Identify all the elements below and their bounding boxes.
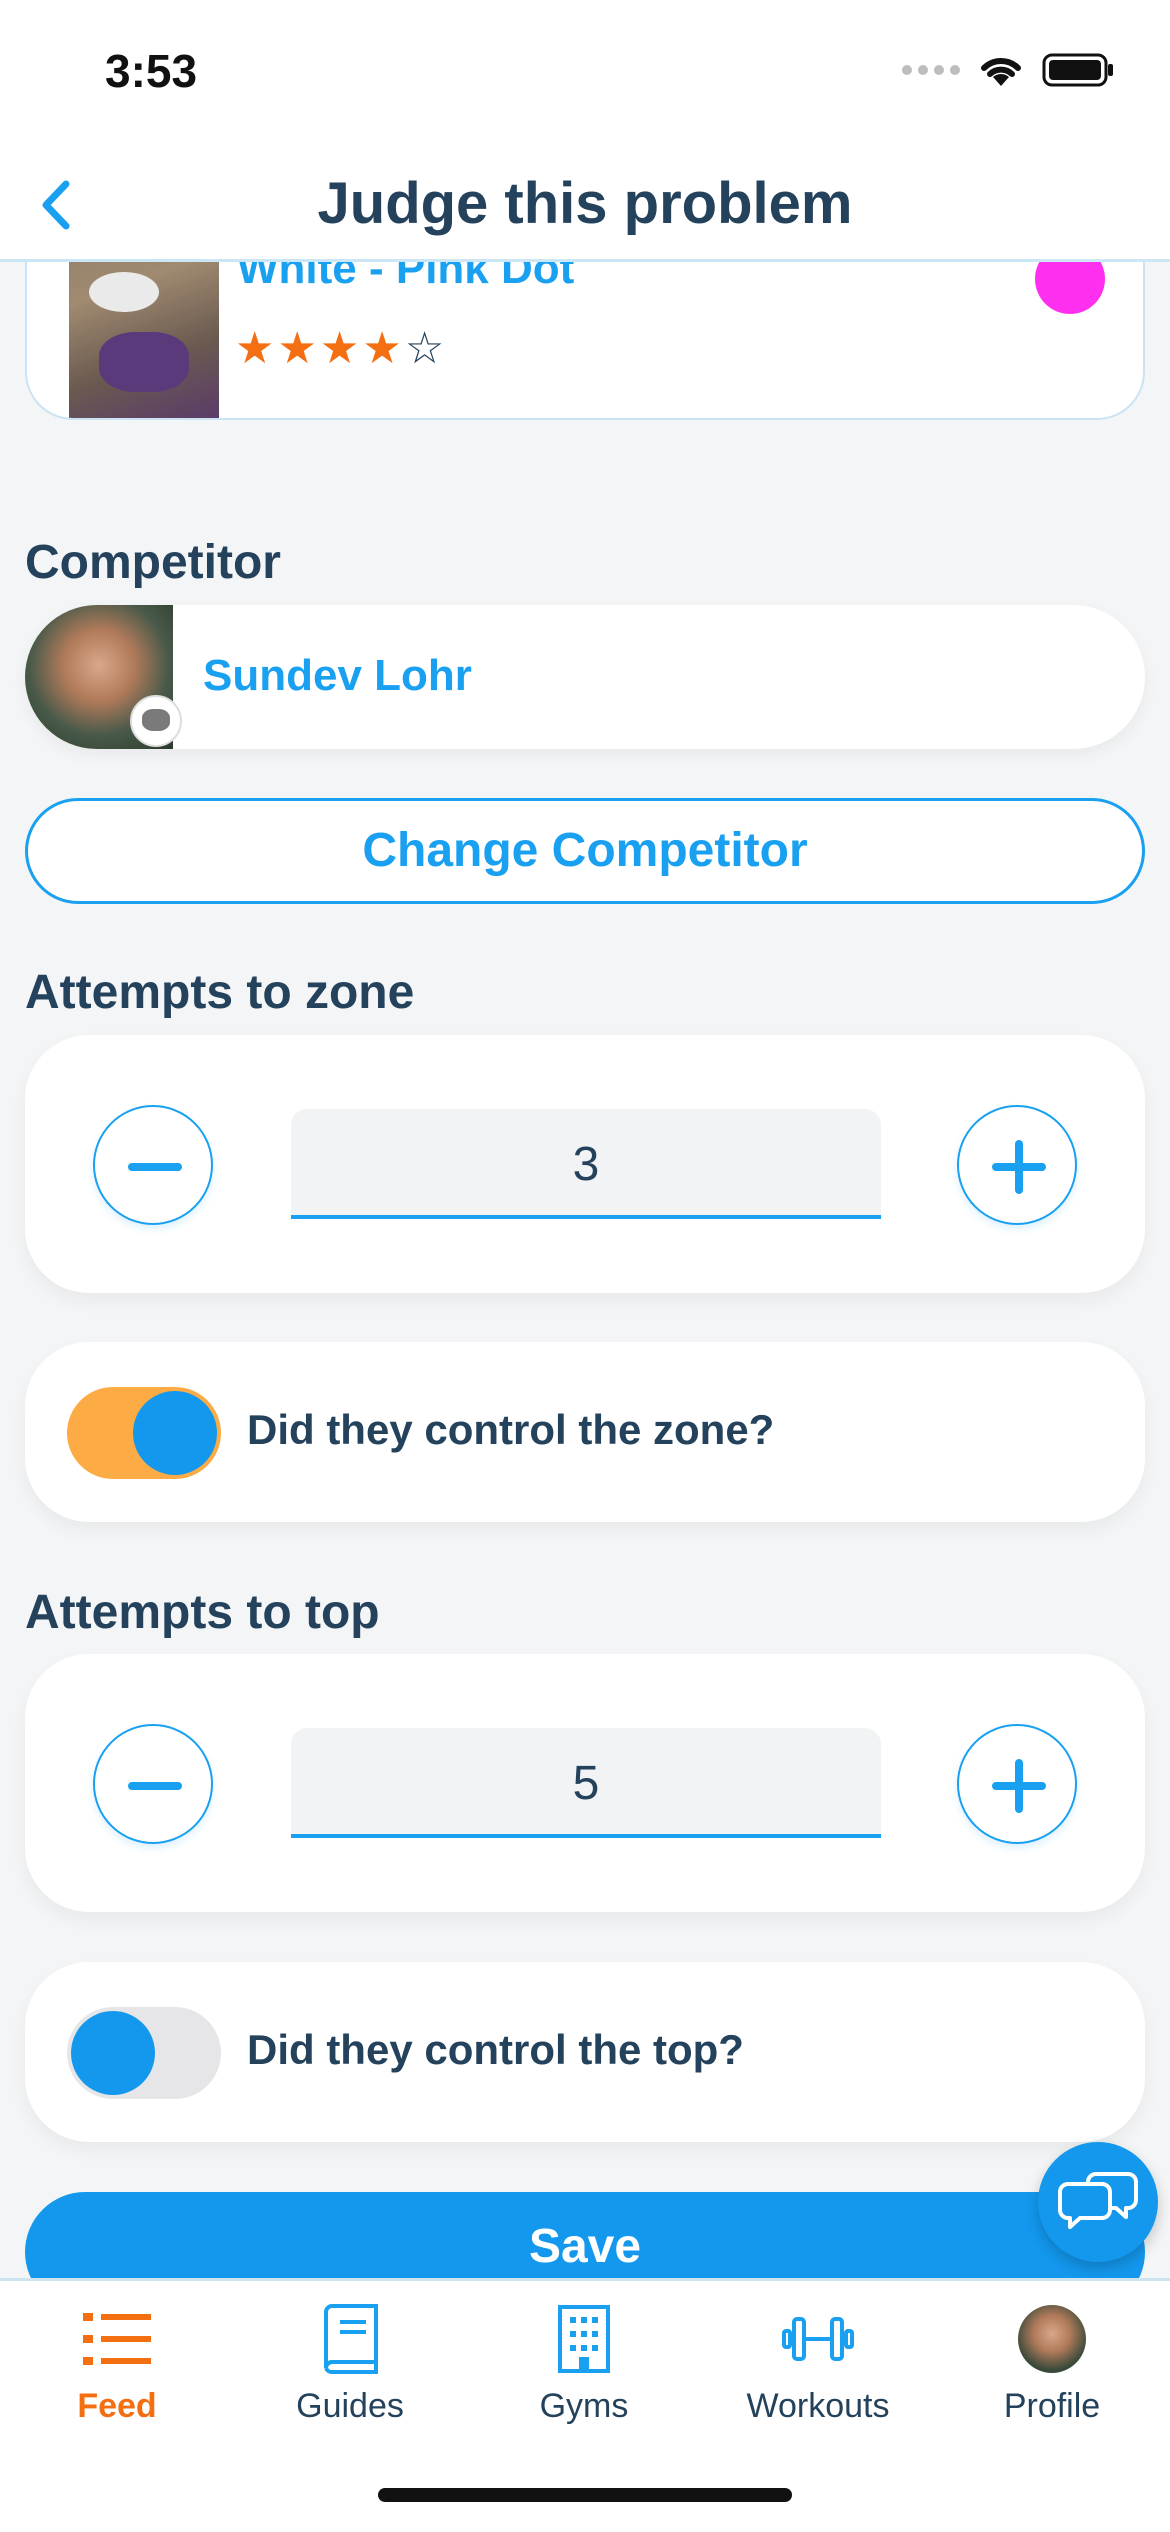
status-bar: 3:53 <box>0 0 1170 150</box>
star-filled-icon: ★ <box>319 324 360 373</box>
tab-gyms[interactable]: Gyms <box>484 2299 684 2439</box>
signal-icon <box>902 65 960 75</box>
minus-icon <box>128 1163 182 1171</box>
status-time: 3:53 <box>105 45 198 97</box>
competitor-heading: Competitor <box>25 536 281 589</box>
star-filled-icon: ★ <box>362 324 402 373</box>
tab-guides[interactable]: Guides <box>250 2299 450 2439</box>
wifi-icon <box>981 57 1021 86</box>
toggle-knob <box>133 1391 217 1475</box>
list-icon <box>83 2313 151 2365</box>
top-decrement-button[interactable] <box>93 1724 213 1844</box>
top-attempts-input[interactable]: 5 <box>291 1728 881 1838</box>
chat-bubbles-icon <box>1058 2172 1138 2229</box>
top-control-label: Did they control the top? <box>247 2026 744 2073</box>
zone-attempts-card: 3 <box>25 1035 1145 1293</box>
star-filled-icon: ★ <box>235 324 275 373</box>
competitor-card[interactable]: Sundev Lohr <box>25 605 1145 749</box>
book-icon <box>324 2304 378 2374</box>
zone-decrement-button[interactable] <box>93 1105 213 1225</box>
top-increment-button[interactable] <box>957 1724 1077 1844</box>
avatar-badge-icon <box>130 695 182 747</box>
star-filled-icon: ★ <box>277 324 317 373</box>
competitor-name: Sundev Lohr <box>203 651 472 700</box>
page-title: Judge this problem <box>317 171 853 236</box>
zone-increment-button[interactable] <box>957 1105 1077 1225</box>
zone-attempts-input[interactable]: 3 <box>291 1109 881 1219</box>
top-control-card: Did they control the top? <box>25 1962 1145 2142</box>
tab-feed-label: Feed <box>77 2387 157 2425</box>
minus-icon <box>128 1782 182 1790</box>
tab-workouts[interactable]: Workouts <box>718 2299 918 2439</box>
toggle-knob <box>71 2011 155 2095</box>
zone-attempts-heading: Attempts to zone <box>25 966 415 1019</box>
avatar <box>1018 2305 1086 2373</box>
tab-guides-label: Guides <box>296 2387 404 2425</box>
tab-profile-label: Profile <box>1003 2387 1101 2425</box>
tab-gyms-label: Gyms <box>539 2387 629 2425</box>
building-icon <box>558 2305 610 2373</box>
zone-control-toggle[interactable] <box>67 1387 221 1479</box>
star-empty-icon: ☆ <box>404 324 445 373</box>
zone-control-label: Did they control the zone? <box>247 1406 775 1453</box>
chat-button[interactable] <box>1038 2142 1158 2262</box>
nav-bar: Judge this problem <box>0 150 1170 262</box>
home-indicator <box>378 2488 792 2502</box>
dumbbell-icon <box>782 2317 854 2361</box>
change-competitor-button[interactable]: Change Competitor <box>25 798 1145 904</box>
rating-stars: ★ ★ ★ ★ ☆ <box>235 327 444 371</box>
battery-icon <box>1042 53 1113 87</box>
status-icons <box>902 52 1114 88</box>
tab-feed[interactable]: Feed <box>17 2299 217 2439</box>
zone-control-card: Did they control the zone? <box>25 1342 1145 1522</box>
tab-profile[interactable]: Profile <box>952 2299 1152 2439</box>
top-attempts-card: 5 <box>25 1654 1145 1912</box>
top-attempts-heading: Attempts to top <box>25 1586 380 1639</box>
top-control-toggle[interactable] <box>67 2007 221 2099</box>
tab-workouts-label: Workouts <box>746 2387 890 2425</box>
